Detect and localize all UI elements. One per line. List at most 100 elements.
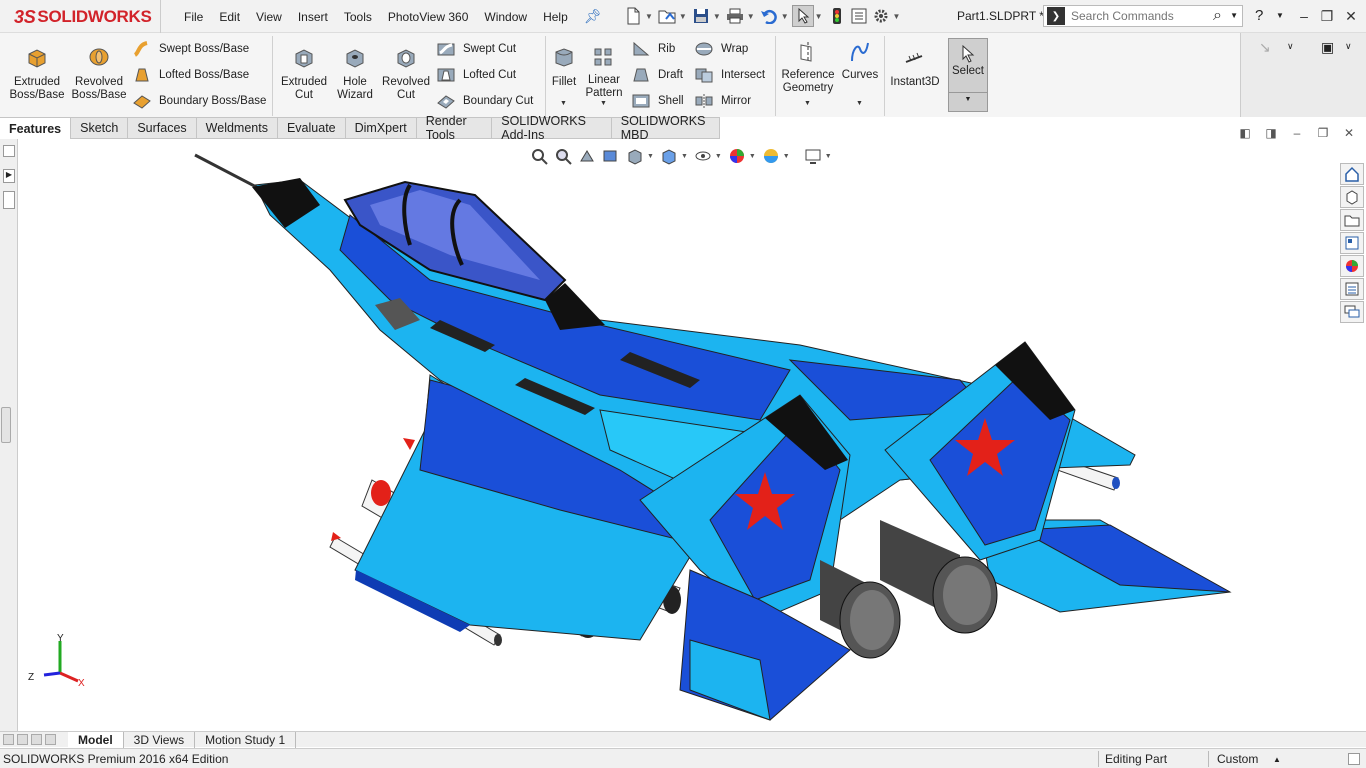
menu-edit[interactable]: Edit: [211, 10, 248, 24]
menu-help[interactable]: Help: [535, 10, 576, 24]
curves-button[interactable]: Curves: [840, 41, 880, 82]
menu-view[interactable]: View: [248, 10, 290, 24]
restore-icon[interactable]: ❐: [1316, 5, 1338, 27]
save-icon[interactable]: [690, 5, 712, 27]
next-tab-icon[interactable]: [31, 734, 42, 745]
menu-file[interactable]: File: [176, 10, 211, 24]
chevron-down-icon[interactable]: ▼: [815, 12, 823, 21]
boundary-boss-button[interactable]: Boundary Boss/Base: [133, 93, 266, 109]
tab-sketch[interactable]: Sketch: [71, 117, 129, 139]
swept-cut-button[interactable]: Swept Cut: [437, 41, 516, 57]
tab-motion-study-1[interactable]: Motion Study 1: [195, 732, 297, 748]
wrap-button[interactable]: Wrap: [695, 41, 748, 57]
chevron-up-icon[interactable]: ▲: [1273, 755, 1281, 764]
close-icon[interactable]: ✕: [1340, 5, 1362, 27]
chevron-down-icon[interactable]: ▼: [893, 12, 901, 21]
lofted-boss-button[interactable]: Lofted Boss/Base: [133, 67, 249, 83]
options-gear-icon[interactable]: [870, 5, 892, 27]
tab-3d-views[interactable]: 3D Views: [124, 732, 196, 748]
rebuild-traffic-light-icon[interactable]: [826, 5, 848, 27]
chevron-down-icon[interactable]: ▼: [804, 100, 811, 107]
chevron-down-icon[interactable]: ▼: [713, 12, 721, 21]
menu-photoview[interactable]: PhotoView 360: [380, 10, 477, 24]
chevron-down-icon[interactable]: ∨: [1287, 41, 1294, 52]
chevron-down-icon[interactable]: ▼: [783, 153, 790, 160]
solidworks-logo[interactable]: 3S SOLIDWORKS: [14, 5, 152, 29]
tab-render-tools[interactable]: Render Tools: [416, 114, 493, 142]
viewport-minimize-icon[interactable]: –: [1284, 126, 1310, 140]
collapse-right-icon[interactable]: ◨: [1258, 126, 1284, 140]
chevron-down-icon[interactable]: ▼: [647, 153, 654, 160]
revolved-boss-button[interactable]: Revolved Boss/Base: [70, 46, 128, 102]
instant3d-button[interactable]: Instant3D: [886, 46, 944, 89]
edit-appearance-icon[interactable]: [725, 146, 749, 166]
chevron-down-icon[interactable]: ▼: [749, 153, 756, 160]
undo-icon[interactable]: [758, 5, 780, 27]
revolved-cut-button[interactable]: Revolved Cut: [380, 46, 432, 102]
collapse-left-icon[interactable]: ◧: [1232, 126, 1258, 140]
new-document-icon[interactable]: [622, 5, 644, 27]
help-icon[interactable]: ?: [1255, 7, 1263, 24]
chevron-down-icon[interactable]: ▼: [681, 153, 688, 160]
tab-weldments[interactable]: Weldments: [196, 117, 278, 139]
zoom-to-fit-icon[interactable]: [527, 146, 551, 166]
open-folder-icon[interactable]: [656, 5, 678, 27]
file-properties-icon[interactable]: [848, 5, 870, 27]
chevron-down-icon[interactable]: ▼: [949, 92, 987, 103]
shell-button[interactable]: Shell: [632, 93, 684, 109]
zoom-to-area-icon[interactable]: [551, 146, 575, 166]
hole-wizard-button[interactable]: Hole Wizard: [332, 46, 378, 102]
boundary-cut-button[interactable]: Boundary Cut: [437, 93, 533, 109]
lofted-cut-button[interactable]: Lofted Cut: [437, 67, 516, 83]
panel-toggle-icon[interactable]: [3, 145, 15, 157]
previous-view-icon[interactable]: [575, 146, 599, 166]
unit-system-selector[interactable]: Custom: [1217, 752, 1258, 766]
chevron-down-icon[interactable]: ▼: [1276, 11, 1284, 20]
status-help-icon[interactable]: [1348, 753, 1360, 765]
tab-dimxpert[interactable]: DimXpert: [345, 117, 417, 139]
chevron-down-icon[interactable]: ▼: [715, 153, 722, 160]
jet-model[interactable]: [18, 139, 1366, 731]
last-tab-icon[interactable]: [45, 734, 56, 745]
print-icon[interactable]: [724, 5, 746, 27]
select-cursor-icon[interactable]: [791, 5, 814, 27]
expand-arrow-icon[interactable]: ▶: [3, 169, 15, 183]
linear-pattern-button[interactable]: Linear Pattern: [582, 46, 626, 100]
display-style-icon[interactable]: [657, 146, 681, 166]
search-box[interactable]: ❯ ⌕ ▼: [1043, 5, 1243, 27]
appearances-icon[interactable]: [1340, 255, 1364, 277]
tab-solidworks-mbd[interactable]: SOLIDWORKS MBD: [611, 114, 720, 142]
view-orientation-icon[interactable]: [623, 146, 647, 166]
splitter-handle[interactable]: [1, 407, 11, 443]
first-tab-icon[interactable]: [3, 734, 14, 745]
menu-tools[interactable]: Tools: [336, 10, 380, 24]
design-library-icon[interactable]: [1340, 186, 1364, 208]
chevron-down-icon[interactable]: ▼: [1230, 11, 1238, 20]
file-explorer-icon[interactable]: [1340, 209, 1364, 231]
menu-window[interactable]: Window: [476, 10, 535, 24]
view-settings-icon[interactable]: [801, 146, 825, 166]
viewport-restore-icon[interactable]: ❐: [1310, 126, 1336, 140]
extruded-boss-button[interactable]: Extruded Boss/Base: [8, 46, 66, 102]
tab-evaluate[interactable]: Evaluate: [277, 117, 346, 139]
filter-icon[interactable]: [3, 191, 15, 209]
draft-button[interactable]: Draft: [632, 67, 683, 83]
chevron-down-icon[interactable]: ▼: [560, 100, 567, 107]
camera-icon[interactable]: ▣: [1321, 39, 1334, 56]
feature-manager-collapsed-strip[interactable]: ▶: [0, 139, 18, 731]
tab-solidworks-addins[interactable]: SOLIDWORKS Add-Ins: [492, 114, 612, 142]
view-palette-icon[interactable]: [1340, 232, 1364, 254]
forum-icon[interactable]: [1340, 301, 1364, 323]
fillet-button[interactable]: Fillet: [548, 46, 580, 89]
graphics-viewport[interactable]: Y X Z: [18, 139, 1366, 731]
swept-boss-button[interactable]: Swept Boss/Base: [133, 41, 249, 57]
tab-model[interactable]: Model: [68, 732, 124, 748]
prev-tab-icon[interactable]: [17, 734, 28, 745]
menu-insert[interactable]: Insert: [290, 10, 336, 24]
chevron-down-icon[interactable]: ∨: [1345, 41, 1352, 52]
chevron-down-icon[interactable]: ▼: [645, 12, 653, 21]
custom-properties-icon[interactable]: [1340, 278, 1364, 300]
tab-features[interactable]: Features: [0, 117, 72, 139]
mirror-button[interactable]: Mirror: [695, 93, 751, 109]
section-view-icon[interactable]: [599, 146, 623, 166]
